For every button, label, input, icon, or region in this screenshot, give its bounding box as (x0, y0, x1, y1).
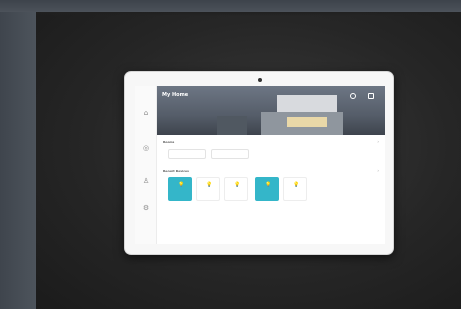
sidebar: ⌂ ◎ ♙ ⚙ (135, 86, 157, 244)
home-icon[interactable]: ⌂ (142, 109, 150, 117)
device-tile[interactable]: 💡 (224, 177, 248, 201)
scene-icon[interactable]: ◎ (142, 144, 150, 152)
house-window-light (287, 117, 327, 127)
device-tile[interactable]: 💡 (255, 177, 279, 201)
house-upper-floor (277, 95, 337, 112)
tablet-screen: ⌂ ◎ ♙ ⚙ My Home Rooms › Recent Devices ›… (135, 86, 385, 244)
room-chip[interactable] (168, 149, 206, 159)
bulb-icon: 💡 (293, 182, 300, 188)
person-icon[interactable]: ♙ (142, 177, 150, 185)
wall-mounted-tablet: ⌂ ◎ ♙ ⚙ My Home Rooms › Recent Devices ›… (124, 71, 394, 255)
wall-top-strip (0, 0, 461, 12)
settings-icon[interactable]: ⚙ (142, 204, 150, 212)
bulb-icon: 💡 (206, 182, 213, 188)
panel-shadow-edge (36, 12, 461, 16)
device-tile[interactable]: 💡 (283, 177, 307, 201)
bulb-icon: 💡 (265, 182, 272, 188)
device-tile[interactable]: 💡 (168, 177, 192, 201)
room-chip[interactable] (211, 149, 249, 159)
front-camera (258, 78, 262, 82)
garden-shadow (217, 116, 247, 135)
wall-left-strip (0, 12, 36, 309)
devices-section-title: Recent Devices (163, 169, 189, 173)
weather-icon (350, 93, 356, 99)
bulb-icon: 💡 (178, 182, 185, 188)
rooms-more-icon[interactable]: › (377, 139, 379, 144)
home-title: My Home (162, 92, 189, 98)
bulb-icon: 💡 (234, 182, 241, 188)
rooms-section-title: Rooms (163, 140, 175, 144)
devices-more-icon[interactable]: › (377, 168, 379, 173)
sun-icon (368, 93, 374, 99)
device-tile[interactable]: 💡 (196, 177, 220, 201)
home-hero-banner: My Home (157, 86, 385, 135)
